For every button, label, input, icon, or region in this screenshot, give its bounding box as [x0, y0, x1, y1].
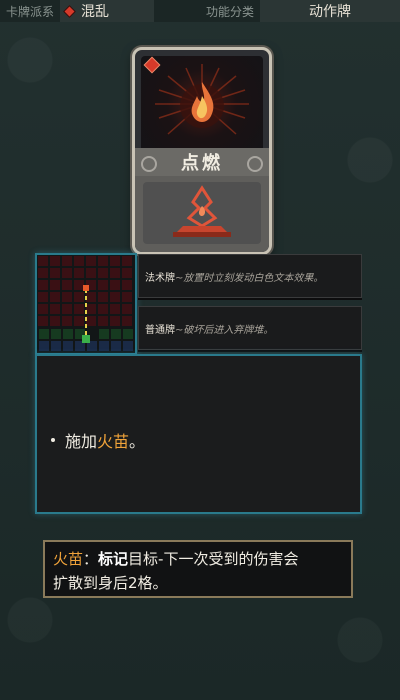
effect-keyword[interactable]: 火苗 — [97, 428, 129, 452]
tooltip-text-1: 目标-下一次受到的伤害会 — [128, 550, 299, 568]
faction-selector[interactable]: 混乱 — [60, 0, 154, 22]
range-grid-preview — [35, 253, 137, 355]
card-name: 点燃 — [135, 148, 269, 176]
tooltip-term: 火苗 — [53, 550, 84, 568]
bullet-icon — [51, 438, 55, 442]
filter-bar: 卡牌派系 混乱 功能分类 动作牌 — [0, 0, 400, 22]
card[interactable]: 点燃 — [132, 47, 272, 255]
faction-value: 混乱 — [81, 4, 109, 20]
tag-spell-card: 法术牌 ~放置时立刻发动白色文本效果。 — [138, 254, 362, 298]
flame-burst-icon — [155, 64, 249, 135]
category-selector[interactable]: 动作牌 — [260, 0, 400, 22]
effect-suffix: 。 — [129, 432, 146, 451]
tag-desc: ~放置时立刻发动白色文本效果。 — [175, 272, 324, 284]
fire-sigil-icon — [173, 185, 231, 237]
chaos-gem-icon — [64, 6, 75, 16]
tooltip-colon: ： — [83, 550, 99, 568]
effect-description-panel: 施加 火苗。 — [35, 354, 362, 514]
range-grid — [37, 255, 135, 353]
tooltip-line-1: 火苗：标记目标-下一次受到的伤害会 — [53, 547, 343, 571]
category-label: 功能分类 — [154, 0, 260, 22]
card-art — [141, 56, 263, 152]
card-emblem-area — [143, 182, 261, 244]
tag-desc: ~破坏后进入弃牌堆。 — [175, 324, 274, 336]
card-frame-bottom — [135, 176, 269, 252]
effect-prefix: 施加 — [65, 432, 98, 451]
keyword-tooltip: 火苗：标记目标-下一次受到的伤害会 扩散到身后2格。 — [43, 540, 353, 598]
tag-normal-card: 普通牌 ~破坏后进入弃牌堆。 — [138, 306, 362, 350]
effect-line: 施加 火苗。 — [51, 428, 145, 452]
faction-label: 卡牌派系 — [0, 0, 60, 22]
tooltip-line-2: 扩散到身后2格。 — [53, 574, 168, 592]
card-detail-screen: 卡牌派系 混乱 功能分类 动作牌 点燃 法术牌 ~放置时立刻发动白色文本效果。 … — [0, 0, 400, 700]
tooltip-bold: 标记 — [98, 550, 129, 568]
category-value: 动作牌 — [309, 4, 351, 20]
tag-name: 法术牌 — [145, 272, 175, 284]
tag-name: 普通牌 — [145, 324, 175, 336]
